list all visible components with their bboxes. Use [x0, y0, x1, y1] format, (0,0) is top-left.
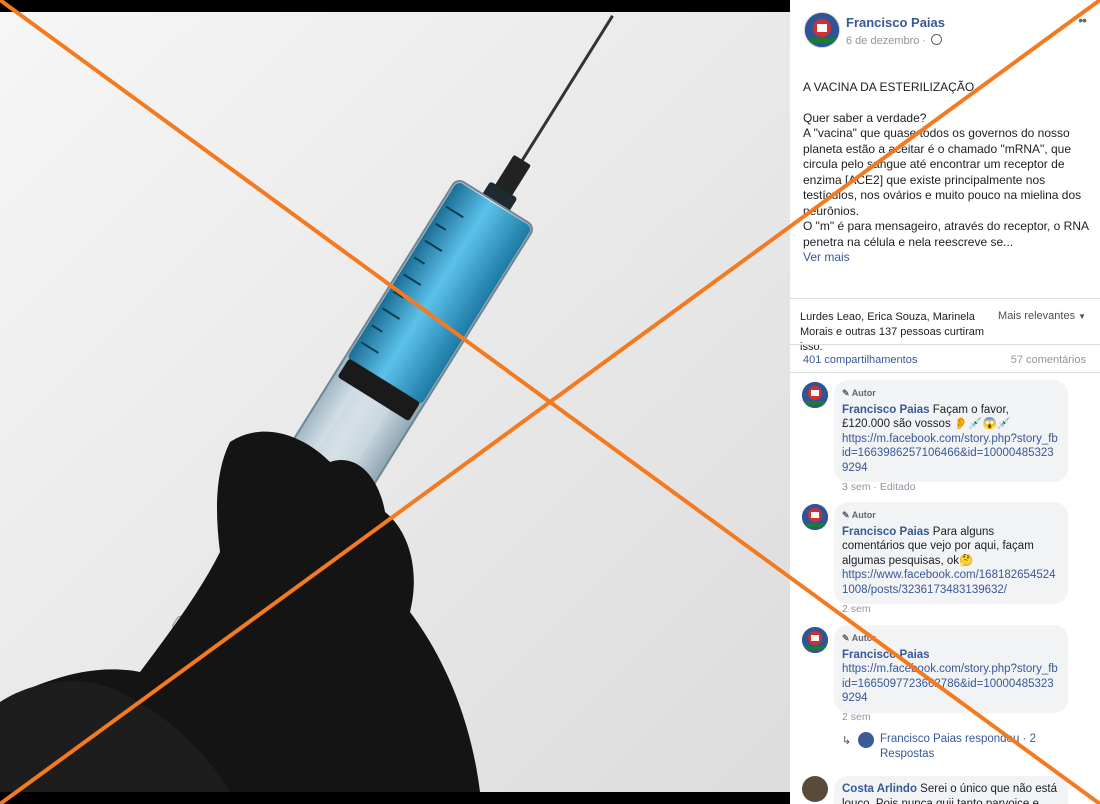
- sort-label: Mais relevantes: [998, 310, 1076, 322]
- post-body-line: O "m" é para mensageiro, através do rece…: [803, 219, 1089, 249]
- comment-bubble: ✎ Autor Francisco Paias Para alguns come…: [834, 502, 1068, 604]
- see-more-link[interactable]: Ver mais: [803, 250, 850, 264]
- comment-author[interactable]: Costa Arlindo: [842, 783, 917, 795]
- comment-avatar[interactable]: [802, 627, 828, 653]
- author-avatar[interactable]: [804, 12, 840, 48]
- replies-text[interactable]: Francisco Paias respondeu · 2 Respostas: [880, 732, 1090, 762]
- comment-time[interactable]: 3 sem · Editado: [842, 481, 916, 493]
- syringe-image: [0, 12, 790, 792]
- crest-icon: [802, 627, 828, 653]
- post-date[interactable]: 6 de dezembro ·: [846, 34, 943, 47]
- author-badge: ✎ Autor: [842, 388, 876, 398]
- crest-icon: [802, 504, 828, 530]
- photo-canvas: [0, 12, 790, 792]
- crest-icon: [805, 13, 839, 47]
- post-date-text[interactable]: 6 de dezembro ·: [846, 35, 926, 47]
- caret-down-icon: ▼: [1078, 312, 1086, 321]
- comment-avatar[interactable]: [802, 776, 828, 802]
- comment-avatar[interactable]: [802, 382, 828, 408]
- comment-author[interactable]: Francisco Paias: [842, 526, 930, 538]
- author-name[interactable]: Francisco Paias: [846, 15, 945, 30]
- comment-bubble: ✎ Autor Francisco Paias Façam o favor, £…: [834, 380, 1068, 482]
- comment-link[interactable]: https://m.facebook.com/story.php?story_f…: [842, 433, 1058, 474]
- comment-avatar[interactable]: [802, 504, 828, 530]
- comment-link[interactable]: https://www.facebook.com/168182654524100…: [842, 569, 1056, 596]
- reply-avatar: [858, 732, 874, 748]
- comment-bubble: Costa Arlindo Serei o único que não está…: [834, 776, 1068, 804]
- author-badge: ✎ Autor: [842, 510, 876, 520]
- divider: [790, 344, 1100, 345]
- post-photo[interactable]: [0, 0, 790, 804]
- comment-link[interactable]: https://m.facebook.com/story.php?story_f…: [842, 663, 1058, 704]
- post-body-line: Quer saber a verdade?: [803, 110, 927, 125]
- post-title: A VACINA DA ESTERILIZAÇÃO: [803, 80, 975, 94]
- divider: [790, 298, 1100, 299]
- divider: [790, 372, 1100, 373]
- comments-count[interactable]: 57 comentários: [1011, 354, 1086, 366]
- post-side-panel: Francisco Paias 6 de dezembro · •• A VAC…: [790, 0, 1100, 804]
- post-body-line: A "vacina" que quase todos os governos d…: [803, 126, 1082, 218]
- comment-time[interactable]: 2 sem: [842, 603, 871, 615]
- author-badge: ✎ Autor: [842, 633, 876, 643]
- sort-dropdown[interactable]: Mais relevantes ▼: [998, 310, 1086, 322]
- globe-icon: [931, 34, 943, 45]
- comment-author[interactable]: Francisco Paias: [842, 404, 930, 416]
- comment-bubble: ✎ Autor Francisco Paias https://m.facebo…: [834, 625, 1068, 713]
- crest-icon: [802, 382, 828, 408]
- comment-time[interactable]: 2 sem: [842, 711, 871, 723]
- reply-arrow-icon: ↳: [842, 735, 852, 747]
- more-dots-icon[interactable]: ••: [1078, 12, 1087, 28]
- shares-count[interactable]: 401 compartilhamentos: [803, 354, 917, 366]
- comment-author[interactable]: Francisco Paias: [842, 649, 930, 661]
- likes-summary[interactable]: Lurdes Leao, Erica Souza, Marinela Morai…: [800, 310, 990, 355]
- post-text: A VACINA DA ESTERILIZAÇÃO Quer saber a v…: [803, 80, 1093, 266]
